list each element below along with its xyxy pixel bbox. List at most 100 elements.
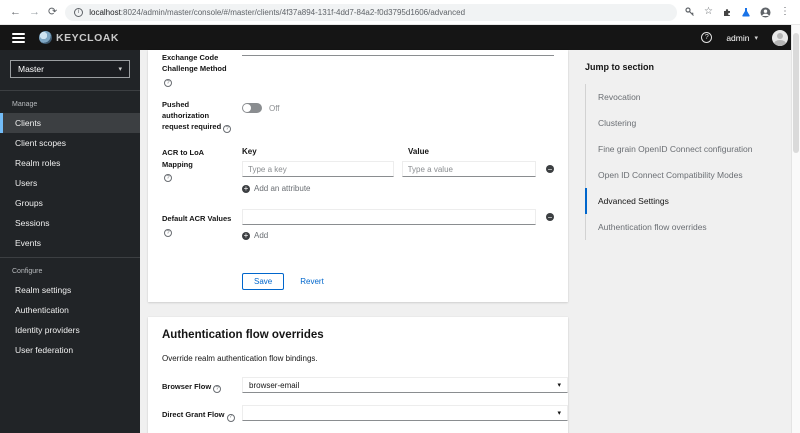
scrollbar-thumb[interactable]: [793, 33, 799, 153]
keycloak-brand[interactable]: KEYCLOAK: [39, 31, 119, 44]
sidebar-item-realm-settings[interactable]: Realm settings: [0, 280, 140, 300]
browser-menu-icon[interactable]: ⋮: [780, 7, 790, 17]
browser-forward-icon[interactable]: →: [29, 6, 40, 18]
chevron-down-icon: ▾: [557, 382, 561, 390]
jump-item-clustering[interactable]: Clustering: [585, 110, 790, 136]
realm-selector[interactable]: Master ▾: [10, 60, 130, 78]
sidebar-item-users[interactable]: Users: [0, 173, 140, 193]
browser-flow-label: Browser Flow?: [162, 377, 242, 394]
default-acr-entry-row: −: [242, 209, 554, 226]
section-description: Override realm authentication flow bindi…: [162, 354, 318, 364]
add-attribute-button[interactable]: + Add an attribute: [242, 184, 310, 193]
realm-name: Master: [18, 64, 44, 74]
pushed-auth-row: Pushed authorization request required? O…: [162, 99, 554, 134]
header-right: ? admin ▾: [701, 29, 788, 46]
extension-icon[interactable]: [722, 7, 732, 17]
url-text[interactable]: localhost:8024/admin/master/console/#/ma…: [89, 8, 465, 17]
help-question-icon[interactable]: ?: [164, 78, 172, 87]
default-acr-label: Default ACR Values?: [162, 209, 242, 237]
browser-flow-value: browser-email: [249, 380, 300, 390]
add-label: Add: [254, 231, 269, 241]
pushed-auth-toggle[interactable]: [242, 103, 262, 114]
url-path: :8024/admin/master/console/#/master/clie…: [120, 7, 466, 17]
content-column: Exchange Code Challenge Method? Pushed a…: [148, 50, 568, 433]
add-value-button[interactable]: + Add: [242, 231, 268, 240]
label-text: Exchange Code Challenge Method: [162, 53, 227, 74]
exchange-code-label: Exchange Code Challenge Method?: [162, 52, 242, 87]
add-attribute-label: Add an attribute: [254, 184, 311, 194]
acr-mapping-entry-row: −: [242, 161, 554, 178]
jump-item-auth-flow-overrides[interactable]: Authentication flow overrides: [585, 214, 790, 240]
help-question-icon[interactable]: ?: [164, 173, 172, 182]
hamburger-menu-icon[interactable]: [12, 32, 25, 43]
exchange-code-row: Exchange Code Challenge Method?: [162, 52, 554, 87]
plus-circle-icon: +: [242, 231, 250, 241]
help-question-icon[interactable]: ?: [226, 413, 235, 422]
profile-icon[interactable]: [760, 7, 771, 18]
site-info-icon[interactable]: i: [74, 7, 84, 17]
page-scrollbar[interactable]: [791, 25, 800, 433]
bookmark-star-icon[interactable]: ☆: [704, 7, 713, 17]
browser-toolbar-icons: ☆ ⋮: [685, 7, 790, 18]
pushed-auth-label: Pushed authorization request required?: [162, 99, 242, 134]
sidebar-item-identity-providers[interactable]: Identity providers: [0, 320, 140, 340]
key-icon[interactable]: [685, 7, 695, 17]
section-title: Authentication flow overrides: [162, 329, 324, 342]
sidebar-item-events[interactable]: Events: [0, 233, 140, 253]
manage-group-label: Manage: [12, 101, 38, 108]
sidebar-item-user-federation[interactable]: User federation: [0, 340, 140, 360]
help-question-icon[interactable]: ?: [223, 125, 232, 134]
main-content: Exchange Code Challenge Method? Pushed a…: [140, 50, 800, 433]
default-acr-input[interactable]: [242, 209, 536, 226]
configure-group: Configure Realm settings Authentication …: [0, 258, 140, 364]
jump-to-section-nav: Jump to section Revocation Clustering Fi…: [585, 50, 790, 240]
acr-loa-label: ACR to LoA Mapping?: [162, 147, 242, 182]
auth-flow-overrides-card: Authentication flow overrides Override r…: [148, 317, 568, 433]
sidebar-item-client-scopes[interactable]: Client scopes: [0, 133, 140, 153]
direct-grant-flow-select[interactable]: ▾: [242, 405, 568, 422]
plus-circle-icon: +: [242, 184, 250, 194]
label-text: Direct Grant Flow: [162, 410, 225, 420]
jump-nav-list: Revocation Clustering Fine grain OpenID …: [585, 84, 790, 240]
sidebar-item-clients[interactable]: Clients: [0, 113, 140, 133]
user-avatar[interactable]: [772, 29, 788, 46]
default-acr-row: Default ACR Values? − + Add: [162, 209, 554, 243]
browser-chrome: ← → ⟳ i localhost:8024/admin/master/cons…: [0, 0, 800, 25]
browser-flow-row: Browser Flow? browser-email ▾: [162, 377, 568, 394]
browser-back-icon[interactable]: ←: [10, 6, 21, 18]
sidebar-item-groups[interactable]: Groups: [0, 193, 140, 213]
save-button[interactable]: Save: [242, 273, 285, 291]
jump-item-advanced-settings[interactable]: Advanced Settings: [585, 188, 790, 214]
sidebar-item-authentication[interactable]: Authentication: [0, 300, 140, 320]
remove-attribute-icon[interactable]: −: [546, 165, 554, 174]
direct-grant-flow-row: Direct Grant Flow? ▾: [162, 405, 568, 422]
jump-item-revocation[interactable]: Revocation: [585, 84, 790, 110]
browser-reload-icon[interactable]: ⟳: [48, 6, 57, 18]
acr-value-input[interactable]: [401, 161, 536, 178]
toggle-state-label: Off: [269, 103, 280, 113]
flask-extension-icon[interactable]: [741, 7, 751, 17]
acr-loa-mapping-row: ACR to LoA Mapping? Key Value − +: [162, 147, 554, 196]
sidebar-item-sessions[interactable]: Sessions: [0, 213, 140, 233]
keycloak-logo-icon: [39, 31, 52, 44]
advanced-settings-actions: Save Revert: [242, 273, 554, 291]
jump-nav-title: Jump to section: [585, 62, 655, 72]
brand-text: KEYCLOAK: [56, 31, 119, 44]
sidebar-item-realm-roles[interactable]: Realm roles: [0, 153, 140, 173]
remove-value-icon[interactable]: −: [546, 213, 554, 222]
revert-link[interactable]: Revert: [300, 277, 324, 286]
help-question-icon[interactable]: ?: [164, 228, 172, 237]
help-question-icon[interactable]: ?: [213, 385, 222, 394]
username: admin: [726, 32, 750, 43]
user-dropdown[interactable]: admin ▾: [726, 33, 758, 43]
address-bar[interactable]: i localhost:8024/admin/master/console/#/…: [65, 3, 678, 21]
jump-item-fine-grain-oidc[interactable]: Fine grain OpenID Connect configuration: [585, 136, 790, 162]
acr-key-input[interactable]: [242, 161, 394, 178]
label-text: Default ACR Values: [162, 214, 232, 224]
exchange-code-select-cutoff[interactable]: [242, 52, 554, 56]
app-header: KEYCLOAK ? admin ▾: [0, 25, 800, 50]
help-icon[interactable]: ?: [701, 32, 713, 43]
browser-flow-select[interactable]: browser-email ▾: [242, 377, 568, 394]
jump-item-oidc-compat[interactable]: Open ID Connect Compatibility Modes: [585, 162, 790, 188]
chevron-down-icon: ▾: [118, 66, 122, 73]
